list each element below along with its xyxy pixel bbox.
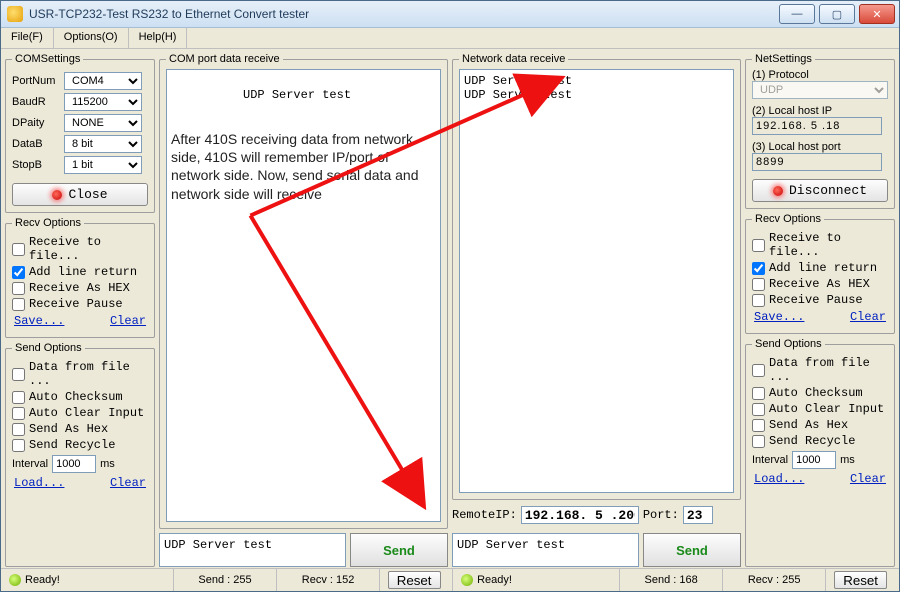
com-recv-options-group: Recv Options Receive to file... Add line… bbox=[5, 217, 155, 338]
remote-port-input[interactable] bbox=[683, 506, 713, 524]
net-disconnect-button[interactable]: Disconnect bbox=[752, 179, 888, 202]
title-bar: USR-TCP232-Test RS232 to Ethernet Conver… bbox=[1, 1, 899, 28]
com-interval-label: Interval bbox=[12, 458, 48, 470]
net-recv-clear-link[interactable]: Clear bbox=[850, 310, 886, 324]
window-title: USR-TCP232-Test RS232 to Ethernet Conver… bbox=[29, 7, 779, 21]
com-send-input[interactable]: UDP Server test bbox=[159, 533, 346, 567]
net-send-recycle-check[interactable] bbox=[752, 435, 765, 448]
remoteip-input[interactable] bbox=[521, 506, 639, 524]
menu-bar: File(F) Options(O) Help(H) bbox=[1, 28, 899, 49]
com-send-options-group: Send Options Data from file ... Auto Che… bbox=[5, 342, 155, 567]
net-interval-input[interactable] bbox=[792, 451, 836, 469]
net-host-label: (2) Local host IP bbox=[752, 105, 888, 117]
net-reset-button[interactable]: Reset bbox=[834, 571, 887, 589]
com-settings-group: COMSettings PortNum COM4 BaudR 115200 DP… bbox=[5, 53, 155, 213]
com-send-button[interactable]: Send bbox=[350, 533, 448, 567]
portnum-select[interactable]: COM4 bbox=[64, 72, 142, 90]
com-recv-textarea[interactable]: UDP Server test After 410S receiving dat… bbox=[166, 69, 441, 522]
net-recv-panel: Network data receive UDP Server test UDP… bbox=[452, 53, 741, 500]
com-recv-count: Recv : 152 bbox=[276, 569, 379, 591]
net-port-label: (3) Local host port bbox=[752, 141, 888, 153]
net-port-input[interactable] bbox=[752, 153, 882, 171]
datab-label: DataB bbox=[12, 138, 60, 150]
ready-icon bbox=[9, 574, 21, 586]
com-send-ashex-check[interactable] bbox=[12, 423, 25, 436]
com-recv-ashex-check[interactable] bbox=[12, 282, 25, 295]
com-send-recycle-check[interactable] bbox=[12, 439, 25, 452]
net-send-checksum-check[interactable] bbox=[752, 387, 765, 400]
status-bar: Ready! Send : 255 Recv : 152 Reset Ready… bbox=[1, 568, 899, 591]
com-close-button[interactable]: Close bbox=[12, 183, 148, 206]
net-proto-select[interactable]: UDP bbox=[752, 81, 888, 99]
com-send-clearinput-check[interactable] bbox=[12, 407, 25, 420]
app-icon bbox=[7, 6, 23, 22]
net-send-load-link[interactable]: Load... bbox=[754, 472, 804, 486]
net-host-input[interactable] bbox=[752, 117, 882, 135]
net-send-fromfile-check[interactable] bbox=[752, 364, 765, 377]
com-send-clear-link[interactable]: Clear bbox=[110, 476, 146, 490]
minimize-button[interactable]: — bbox=[779, 4, 815, 24]
maximize-button[interactable]: ▢ bbox=[819, 4, 855, 24]
com-interval-input[interactable] bbox=[52, 455, 96, 473]
com-ready-label: Ready! bbox=[25, 574, 60, 586]
record-icon bbox=[52, 190, 62, 200]
net-recv-addline-check[interactable] bbox=[752, 262, 765, 275]
net-recv-save-link[interactable]: Save... bbox=[754, 310, 804, 324]
menu-options[interactable]: Options(O) bbox=[54, 28, 129, 48]
record-icon bbox=[773, 186, 783, 196]
com-send-checksum-check[interactable] bbox=[12, 391, 25, 404]
baudr-label: BaudR bbox=[12, 96, 60, 108]
com-recv-tofile-check[interactable] bbox=[12, 243, 25, 256]
baudr-select[interactable]: 115200 bbox=[64, 93, 142, 111]
portnum-label: PortNum bbox=[12, 75, 60, 87]
menu-help[interactable]: Help(H) bbox=[129, 28, 188, 48]
net-proto-label: (1) Protocol bbox=[752, 69, 888, 81]
net-send-input[interactable]: UDP Server test bbox=[452, 533, 639, 567]
net-send-clear-link[interactable]: Clear bbox=[850, 472, 886, 486]
datab-select[interactable]: 8 bit bbox=[64, 135, 142, 153]
stopb-label: StopB bbox=[12, 159, 60, 171]
menu-file[interactable]: File(F) bbox=[1, 28, 54, 48]
com-recv-panel: COM port data receive UDP Server test Af… bbox=[159, 53, 448, 529]
net-recv-count: Recv : 255 bbox=[722, 569, 825, 591]
com-recv-clear-link[interactable]: Clear bbox=[110, 314, 146, 328]
dparity-label: DPaity bbox=[12, 117, 60, 129]
dparity-select[interactable]: NONE bbox=[64, 114, 142, 132]
remote-port-label: Port: bbox=[643, 508, 679, 522]
stopb-select[interactable]: 1 bit bbox=[64, 156, 142, 174]
com-settings-legend: COMSettings bbox=[12, 53, 83, 65]
com-send-count: Send : 255 bbox=[173, 569, 276, 591]
net-settings-group: NetSettings (1) Protocol UDP (2) Local h… bbox=[745, 53, 895, 209]
net-recv-textarea[interactable]: UDP Server test UDP Server test bbox=[459, 69, 734, 493]
net-send-button[interactable]: Send bbox=[643, 533, 741, 567]
net-recv-pause-check[interactable] bbox=[752, 294, 765, 307]
com-recv-pause-check[interactable] bbox=[12, 298, 25, 311]
net-recv-ashex-check[interactable] bbox=[752, 278, 765, 291]
net-recv-options-group: Recv Options Receive to file... Add line… bbox=[745, 213, 895, 334]
net-send-ashex-check[interactable] bbox=[752, 419, 765, 432]
remoteip-label: RemoteIP: bbox=[452, 508, 517, 522]
net-ready-label: Ready! bbox=[477, 574, 512, 586]
ready-icon bbox=[461, 574, 473, 586]
close-window-button[interactable]: ✕ bbox=[859, 4, 895, 24]
net-send-clearinput-check[interactable] bbox=[752, 403, 765, 416]
com-send-fromfile-check[interactable] bbox=[12, 368, 25, 381]
net-send-options-group: Send Options Data from file ... Auto Che… bbox=[745, 338, 895, 567]
com-recv-save-link[interactable]: Save... bbox=[14, 314, 64, 328]
net-recv-tofile-check[interactable] bbox=[752, 239, 765, 252]
com-reset-button[interactable]: Reset bbox=[388, 571, 441, 589]
annotation-text: After 410S receiving data from network s… bbox=[171, 130, 436, 203]
com-recv-addline-check[interactable] bbox=[12, 266, 25, 279]
com-send-load-link[interactable]: Load... bbox=[14, 476, 64, 490]
net-send-count: Send : 168 bbox=[619, 569, 722, 591]
